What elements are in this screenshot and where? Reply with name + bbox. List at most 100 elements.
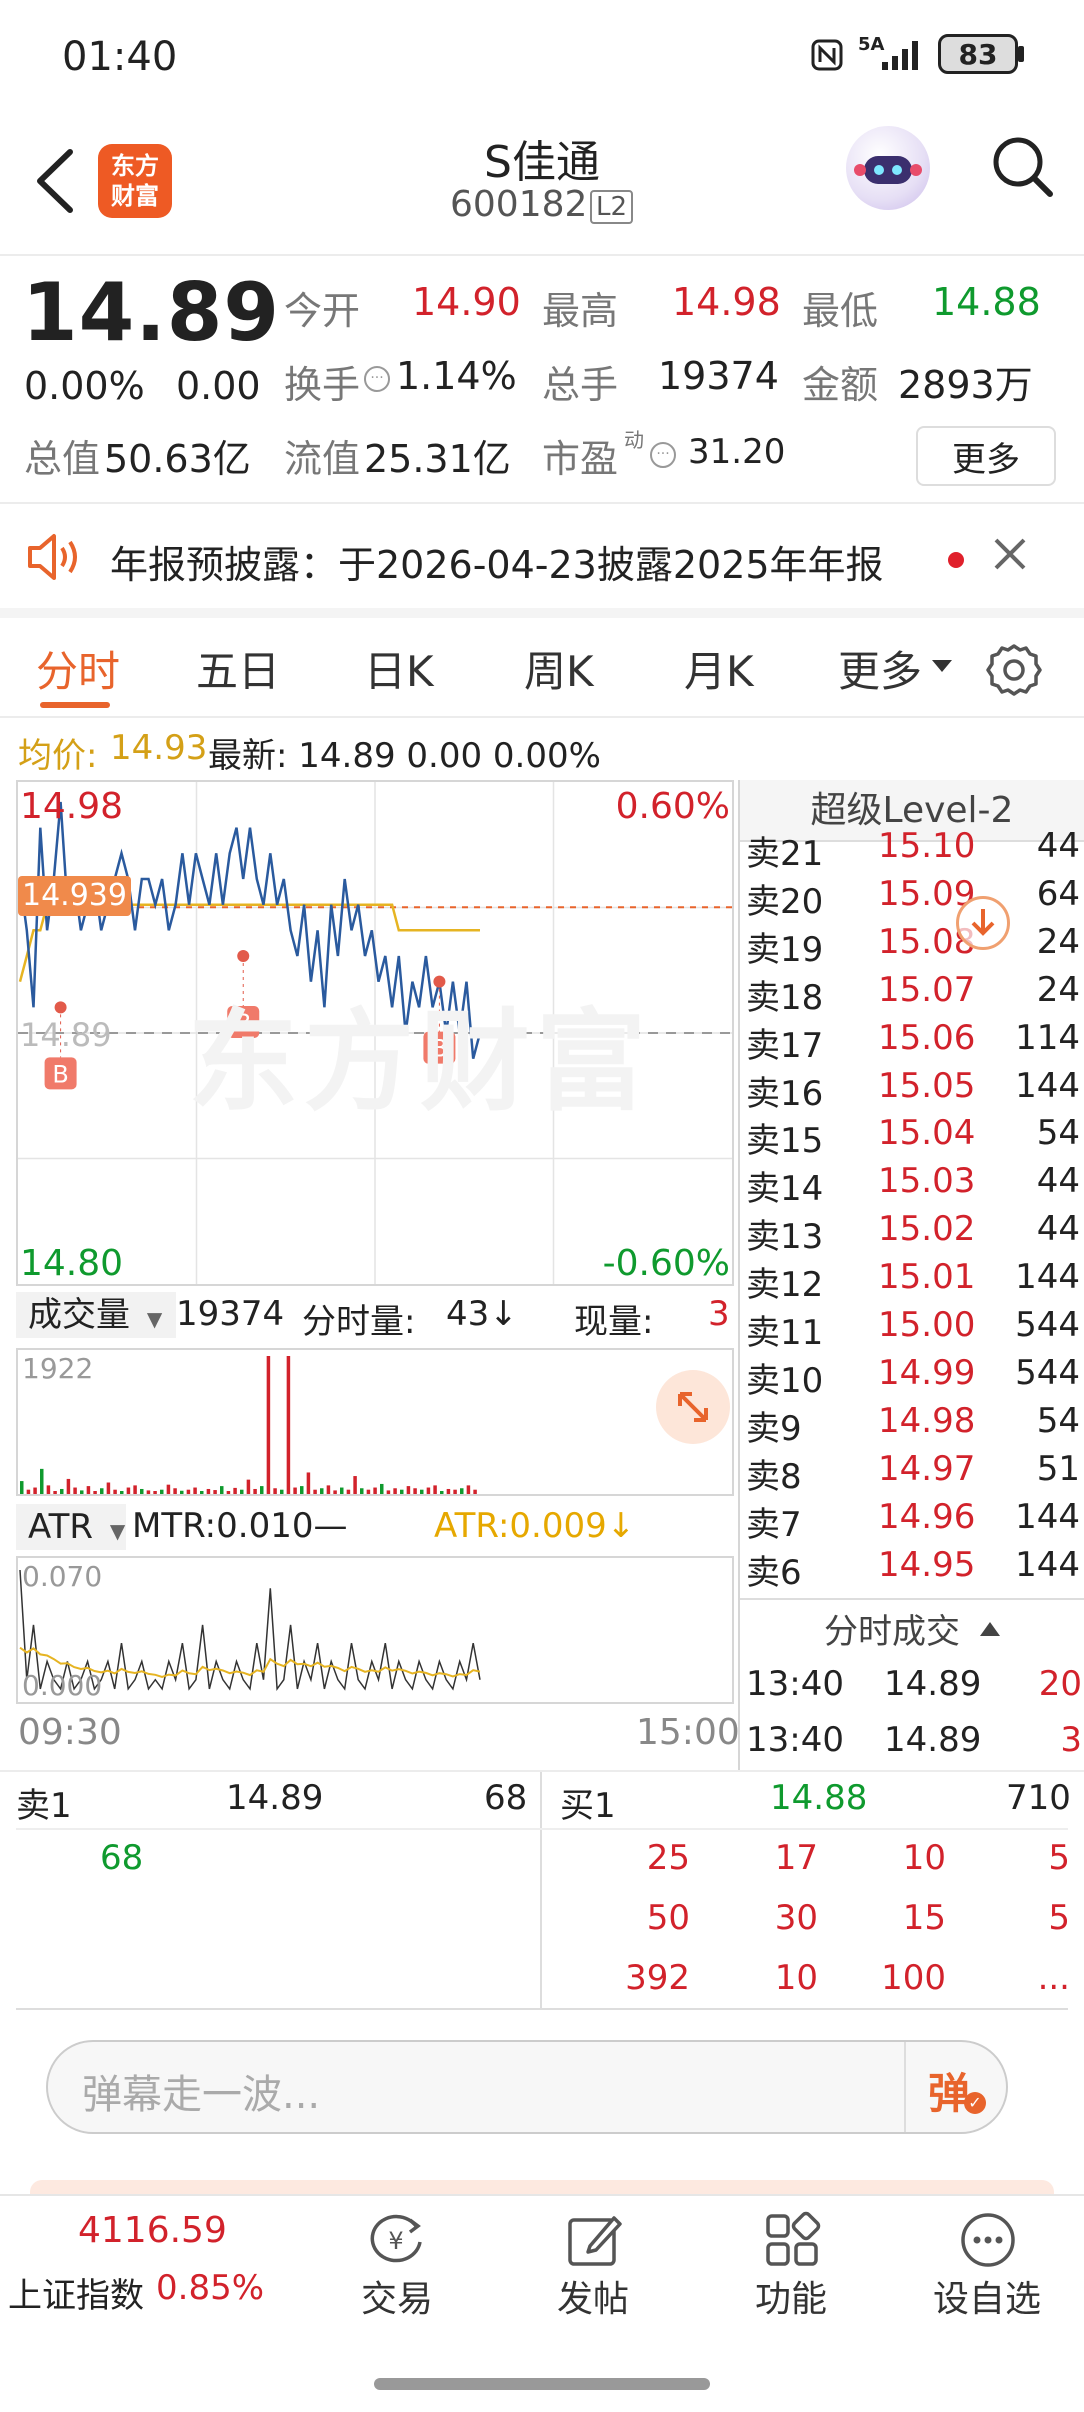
close-icon[interactable] bbox=[988, 532, 1032, 576]
info-icon[interactable]: ··· bbox=[364, 366, 390, 392]
volume-bar bbox=[206, 1488, 211, 1494]
tab-five-day[interactable]: 五日 bbox=[196, 638, 280, 699]
tabs-divider bbox=[0, 716, 1084, 718]
ask-row[interactable]: 卖9 14.98 54 bbox=[746, 1401, 1082, 1449]
sell1-price: 14.89 bbox=[226, 1778, 324, 1818]
buy-queue-order: 5 bbox=[1048, 1898, 1070, 1938]
volume-bar bbox=[53, 1491, 57, 1494]
notice-bar[interactable]: 年报预披露：于2026-04-23披露2025年年报 bbox=[0, 504, 1084, 608]
trades-title[interactable]: 分时成交 bbox=[824, 1604, 960, 1653]
more-icon[interactable] bbox=[958, 2210, 1018, 2270]
volume-max-label: 1922 bbox=[22, 1352, 94, 1385]
volume-total: 19374 bbox=[176, 1294, 285, 1334]
ask-label: 卖13 bbox=[746, 1217, 824, 1258]
ask-row[interactable]: 卖17 15.06 114 bbox=[746, 1018, 1082, 1066]
ask-row[interactable]: 卖16 15.05 144 bbox=[746, 1066, 1082, 1114]
apps-icon[interactable] bbox=[762, 2210, 822, 2270]
volume-bar bbox=[173, 1488, 177, 1494]
queue-header-divider bbox=[16, 1828, 1068, 1830]
latest-summary: 最新: 14.89 0.00 0.00% bbox=[208, 736, 601, 776]
ask-volume: 144 bbox=[1015, 1544, 1080, 1585]
index-value[interactable]: 4116.59 bbox=[78, 2210, 227, 2251]
ask-volume: 44 bbox=[1036, 1161, 1080, 1202]
volume-bar bbox=[186, 1489, 191, 1494]
ask-row[interactable]: 卖6 14.95 144 bbox=[746, 1545, 1082, 1593]
danmu-divider bbox=[904, 2042, 906, 2132]
gear-icon[interactable] bbox=[986, 642, 1042, 698]
nav-function[interactable]: 功能 bbox=[716, 2270, 866, 2322]
volume-bar bbox=[166, 1484, 171, 1494]
volume-bar bbox=[300, 1486, 304, 1494]
ask-row[interactable]: 卖14 15.03 44 bbox=[746, 1161, 1082, 1209]
ask-label: 卖10 bbox=[746, 1360, 824, 1401]
volume-bar bbox=[213, 1490, 217, 1494]
nav-add-watchlist[interactable]: 设自选 bbox=[912, 2270, 1062, 2322]
volume-bar bbox=[40, 1468, 44, 1494]
ask-row[interactable]: 卖21 15.10 44 bbox=[746, 826, 1082, 874]
tab-weekly-k[interactable]: 周K bbox=[524, 638, 594, 699]
ask-label: 卖14 bbox=[746, 1169, 824, 1210]
ask-volume: 144 bbox=[1015, 1065, 1080, 1106]
mcap-value: 50.63亿 bbox=[104, 437, 251, 481]
danmu-input-box[interactable]: 弹幕走一波... 弹 ✓ bbox=[46, 2040, 1008, 2134]
ask-label: 卖15 bbox=[746, 1121, 824, 1162]
volume-bar bbox=[386, 1490, 391, 1494]
ask-row[interactable]: 卖20 15.09 64 bbox=[746, 874, 1082, 922]
danmu-placeholder[interactable]: 弹幕走一波... bbox=[82, 2062, 320, 2120]
tick-volume: 43↓ bbox=[446, 1294, 518, 1334]
ask-label: 卖16 bbox=[746, 1073, 824, 1114]
danmu-button[interactable]: 弹 bbox=[928, 2060, 970, 2121]
ask-row[interactable]: 卖13 15.02 44 bbox=[746, 1209, 1082, 1257]
dropdown-icon: ▼ bbox=[109, 1519, 126, 1543]
avg-value: 14.93 bbox=[110, 728, 208, 768]
volume-bar bbox=[266, 1356, 271, 1494]
download-icon[interactable] bbox=[956, 896, 1010, 950]
queue-top-divider bbox=[0, 1770, 1084, 1772]
nav-trade[interactable]: 交易 bbox=[322, 2270, 472, 2322]
edit-icon[interactable] bbox=[564, 2210, 624, 2270]
time-start-label: 09:30 bbox=[18, 1712, 122, 1753]
index-pct[interactable]: 0.85% bbox=[156, 2268, 264, 2308]
tab-underline bbox=[40, 702, 110, 708]
tab-more[interactable]: 更多 bbox=[838, 638, 922, 699]
ask-row[interactable]: 卖10 14.99 544 bbox=[746, 1353, 1082, 1401]
more-quote-button[interactable]: 更多 bbox=[916, 426, 1056, 486]
nav-post[interactable]: 发帖 bbox=[518, 2270, 668, 2322]
atr-chart[interactable]: 0.070 0.000 bbox=[16, 1556, 734, 1704]
search-icon[interactable] bbox=[988, 132, 1058, 202]
ask-volume: 544 bbox=[1015, 1305, 1080, 1345]
volume-bar bbox=[60, 1488, 64, 1494]
volume-bar bbox=[106, 1482, 111, 1494]
buy-queue-order: 50 bbox=[646, 1898, 690, 1938]
ask-row[interactable]: 卖15 15.04 54 bbox=[746, 1113, 1082, 1161]
atr-selector[interactable]: ATR ▼ bbox=[16, 1504, 126, 1550]
ask-row[interactable]: 卖18 15.07 24 bbox=[746, 970, 1082, 1018]
volume-chart[interactable]: 1922 bbox=[16, 1348, 734, 1496]
tab-monthly-k[interactable]: 月K bbox=[684, 638, 754, 699]
ask-row[interactable]: 卖12 15.01 144 bbox=[746, 1257, 1082, 1305]
tab-intraday[interactable]: 分时 bbox=[36, 638, 120, 699]
volume-bar bbox=[346, 1489, 351, 1494]
expand-icon[interactable] bbox=[656, 1370, 730, 1444]
index-name[interactable]: 上证指数 bbox=[8, 2268, 144, 2317]
buy1-volume: 710 bbox=[1006, 1778, 1071, 1818]
trade-icon[interactable]: ¥ bbox=[364, 2212, 428, 2268]
volume-bar bbox=[160, 1489, 164, 1494]
robot-assistant-icon[interactable] bbox=[846, 126, 930, 210]
volume-bar bbox=[326, 1485, 331, 1494]
volume-bar bbox=[413, 1488, 417, 1494]
volume-bar bbox=[20, 1481, 24, 1494]
volume-selector[interactable]: 成交量 ▼ bbox=[16, 1292, 176, 1338]
ask-row[interactable]: 卖8 14.97 51 bbox=[746, 1449, 1082, 1497]
volume-bar bbox=[446, 1488, 451, 1494]
intraday-chart[interactable]: BBB 东方财富 14.98 0.60% 14.80 -0.60% 14.89 … bbox=[16, 780, 734, 1286]
ask-label: 卖21 bbox=[746, 834, 824, 874]
ask-row[interactable]: 卖7 14.96 144 bbox=[746, 1497, 1082, 1545]
tab-daily-k[interactable]: 日K bbox=[364, 638, 434, 699]
volume-bar bbox=[433, 1485, 437, 1494]
ask-row[interactable]: 卖11 15.00 544 bbox=[746, 1305, 1082, 1353]
pe-info-icon[interactable]: ··· bbox=[650, 442, 676, 468]
ask-row[interactable]: 卖19 15.08 24 bbox=[746, 922, 1082, 970]
volume-bar bbox=[93, 1491, 97, 1494]
high-value: 14.98 bbox=[672, 280, 781, 324]
